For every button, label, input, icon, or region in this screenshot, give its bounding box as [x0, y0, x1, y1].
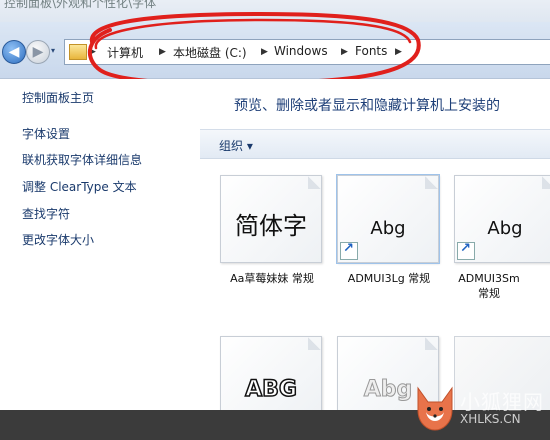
navigation-bar: ◀ ▶ ▾ ▶ 计算机 ▶ 本地磁盘 (C:) ▶ Windows ▶ Font…: [0, 22, 550, 79]
breadcrumb-fonts[interactable]: Fonts: [355, 44, 387, 58]
folder-icon: [69, 44, 87, 60]
forward-button[interactable]: ▶: [26, 40, 50, 64]
shortcut-arrow-icon: [457, 241, 475, 260]
font-label: ADMUI3Lg 常规: [347, 272, 431, 285]
breadcrumb-windows[interactable]: Windows: [274, 44, 328, 58]
font-label: ADMUI3Sm 常规: [458, 272, 520, 300]
breadcrumb-separator-icon[interactable]: ▶: [261, 44, 268, 60]
title-bar: 控制面板\外观和个性化\字体: [0, 0, 550, 22]
font-preview: Abg: [487, 218, 523, 239]
sidebar-item-control-panel-home[interactable]: 控制面板主页: [22, 89, 94, 106]
watermark-url: XHLKS.CN: [460, 412, 521, 426]
recent-pages-dropdown-icon[interactable]: ▾: [51, 46, 61, 56]
breadcrumb-separator-icon[interactable]: ▶: [341, 44, 348, 60]
main-content: 预览、删除或者显示和隐藏计算机上安装的 组织 ▾ 简体字 Aa草莓妹妹 常规 A…: [200, 79, 550, 424]
font-file-icon: Abg: [336, 174, 440, 264]
breadcrumb-computer[interactable]: 计算机: [107, 44, 143, 61]
sidebar: 控制面板主页 字体设置 联机获取字体详细信息 调整 ClearType 文本 查…: [0, 79, 200, 410]
breadcrumb-separator-icon[interactable]: ▶: [89, 44, 96, 60]
font-preview: ABG: [244, 376, 297, 403]
command-toolbar: 组织 ▾: [200, 129, 550, 159]
fox-logo-icon: [417, 386, 453, 431]
sidebar-item-adjust-cleartype[interactable]: 调整 ClearType 文本: [22, 178, 137, 195]
font-file-icon: Abg: [454, 175, 550, 263]
sidebar-item-get-font-info-online[interactable]: 联机获取字体详细信息: [22, 151, 142, 168]
organize-button[interactable]: 组织 ▾: [219, 137, 253, 154]
site-watermark: 小狐狸网 XHLKS.CN: [410, 380, 550, 440]
font-file-icon: 简体字: [220, 175, 322, 263]
address-bar[interactable]: ▶ 计算机 ▶ 本地磁盘 (C:) ▶ Windows ▶ Fonts ▶: [64, 39, 550, 65]
font-preview: 简体字: [235, 212, 307, 240]
breadcrumb-separator-icon[interactable]: ▶: [159, 44, 166, 60]
sidebar-item-find-character[interactable]: 查找字符: [22, 205, 70, 222]
font-preview: Abg: [370, 218, 406, 239]
watermark-name: 小狐狸网: [460, 390, 544, 414]
shortcut-arrow-icon: [340, 241, 358, 260]
font-label: Aa草莓妹妹 常规: [230, 272, 314, 285]
breadcrumb-separator-icon[interactable]: ▶: [395, 44, 402, 60]
window-title: 控制面板\外观和个性化\字体: [4, 0, 157, 10]
page-description: 预览、删除或者显示和隐藏计算机上安装的: [234, 98, 500, 114]
breadcrumb-local-disk[interactable]: 本地磁盘 (C:): [173, 44, 247, 61]
sidebar-item-change-font-size[interactable]: 更改字体大小: [22, 231, 94, 248]
back-button[interactable]: ◀: [2, 40, 26, 64]
sidebar-item-font-settings[interactable]: 字体设置: [22, 125, 70, 142]
